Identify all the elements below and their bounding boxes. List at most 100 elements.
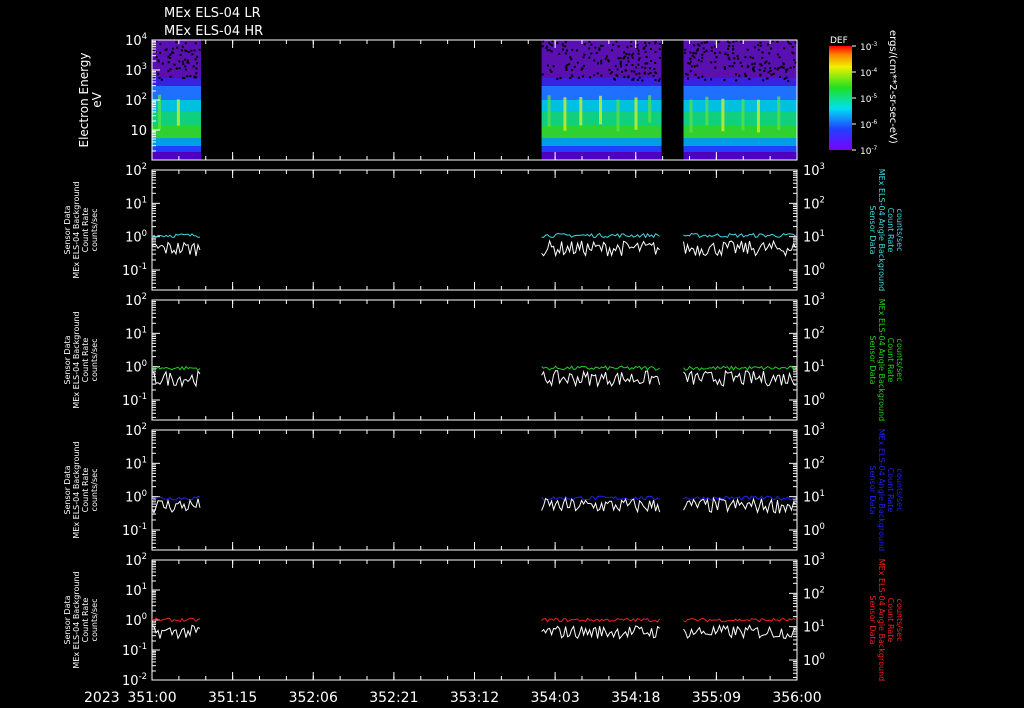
spectrogram-streak [634,97,638,130]
spectrogram-noise [693,56,696,59]
spectrogram-noise [169,53,172,56]
spectrogram-noise [546,49,549,52]
panel-frame [151,299,798,421]
spectrogram-band [152,138,202,146]
spectrogram-noise [641,79,644,82]
spectrogram-noise [630,54,633,57]
spectrogram-noise [654,61,657,64]
spectrogram-noise [621,70,624,73]
panel-right-tick-label: 102 [803,454,825,472]
panel-right-label: MEx ELS-04 Angle Background [877,559,886,681]
panel-right-label: counts/sec [895,599,904,642]
spectrogram-noise [731,64,734,67]
panel-left-tick-label: 102 [125,161,147,179]
spectrogram-noise [570,58,573,61]
spectrogram-noise [704,78,707,81]
panel-right-tick-label: 101 [803,358,825,376]
spectrogram-noise [571,48,574,51]
spectrogram-noise [178,67,181,70]
spectrogram-noise [700,60,703,63]
time-tick-label: 352:06 [289,690,338,706]
spectrogram-noise [753,46,756,49]
spectrogram-noise [714,60,717,63]
spectrogram-noise [583,43,586,46]
panel-left-label: counts/sec [90,599,99,642]
spectrogram-noise [735,73,738,76]
panel-series-line [541,365,660,371]
spectrogram-noise [792,65,795,68]
spectrogram-streak [648,95,652,123]
spectrogram-noise [794,61,797,64]
spectrogram-noise [192,65,195,68]
spectrogram-noise [744,74,747,77]
spectrogram-noise [607,59,610,62]
spectrogram-noise [630,41,633,44]
panel-left-tick-label: 100 [125,488,147,506]
spectrogram-noise [748,78,751,81]
panel-left-label: Count Rate [81,598,90,643]
spectrogram-noise [187,51,190,54]
spectrogram-noise [710,49,713,52]
spectrogram-noise [624,55,627,58]
time-tick-label: 356:00 [772,690,821,706]
panel-left-label: Sensor Data [63,465,72,514]
spectrogram-noise [747,65,750,68]
spectrogram-noise [191,53,194,56]
spectrogram-noise [184,42,187,45]
spectrogram-noise [615,40,618,43]
spectrogram-noise [643,46,646,49]
panel-left-tick-label: 101 [125,194,147,212]
spectrogram-noise [600,62,603,65]
panel-left-label: Count Rate [81,338,90,383]
spectrogram-noise [686,77,689,80]
panel-right-label: Sensor Data [868,335,877,384]
spectrogram-noise [623,51,626,54]
spectrogram-noise [636,44,639,47]
spectrogram-noise [793,59,796,62]
panel-series-line [683,232,796,239]
spectrogram-noise [571,75,574,78]
spectrogram-band [541,138,662,146]
spectrogram-noise [181,76,184,79]
spectrogram-noise [184,65,187,68]
spectrogram-noise [772,72,775,75]
spectrogram-noise [564,45,567,48]
spectrogram-noise [181,45,184,48]
spectrogram-noise [705,41,708,44]
spectrogram-ylabel-unit: eV [90,91,104,107]
colorbar-title: DEF [830,36,848,46]
spectrogram-noise [564,40,567,43]
spectrogram-noise [761,56,764,59]
spectrogram-noise [787,79,790,82]
panel-left-label: MEx ELS-04 Background [72,571,81,668]
spectrogram-noise [776,53,779,56]
panel-series-line [683,496,796,514]
spectrogram-noise [710,61,713,64]
spectrogram-band [152,152,202,160]
spectrogram-noise [613,78,616,81]
spectrogram-noise [568,63,571,66]
spectrogram-band [683,138,797,146]
panel-right-label: counts/sec [895,339,904,382]
count-rate-panel: 10210110010-1103102101100Sensor Data MEx … [63,161,904,291]
spectrogram-noise [645,44,648,47]
spectrogram-noise [693,44,696,47]
spectrogram-noise [187,61,190,64]
spectrogram-noise [583,64,586,67]
count-rate-panels: 10210110010-1103102101100Sensor Data MEx … [63,161,904,689]
spectrogram-noise [608,68,611,71]
spectrogram-noise [702,47,705,50]
panel-series-line [151,369,201,388]
spectrogram-noise [786,68,789,71]
spectrogram-streak [705,96,709,126]
spectrogram-noise [723,78,726,81]
panel-frame [151,429,798,551]
spectrogram-noise [593,74,596,77]
spectrogram-streak [756,99,760,133]
panel-series-line [683,495,796,501]
spectrogram-noise [637,63,640,66]
count-rate-panel: 10210110010-1103102101100Sensor Data MEx … [63,421,904,551]
spectrogram-noise [169,68,172,71]
spectrogram-noise [559,77,562,80]
colorbar: DEF 10-3 10-4 10-5 10-6 10-7 ergs/(cm**2-sr-… [829,30,898,157]
